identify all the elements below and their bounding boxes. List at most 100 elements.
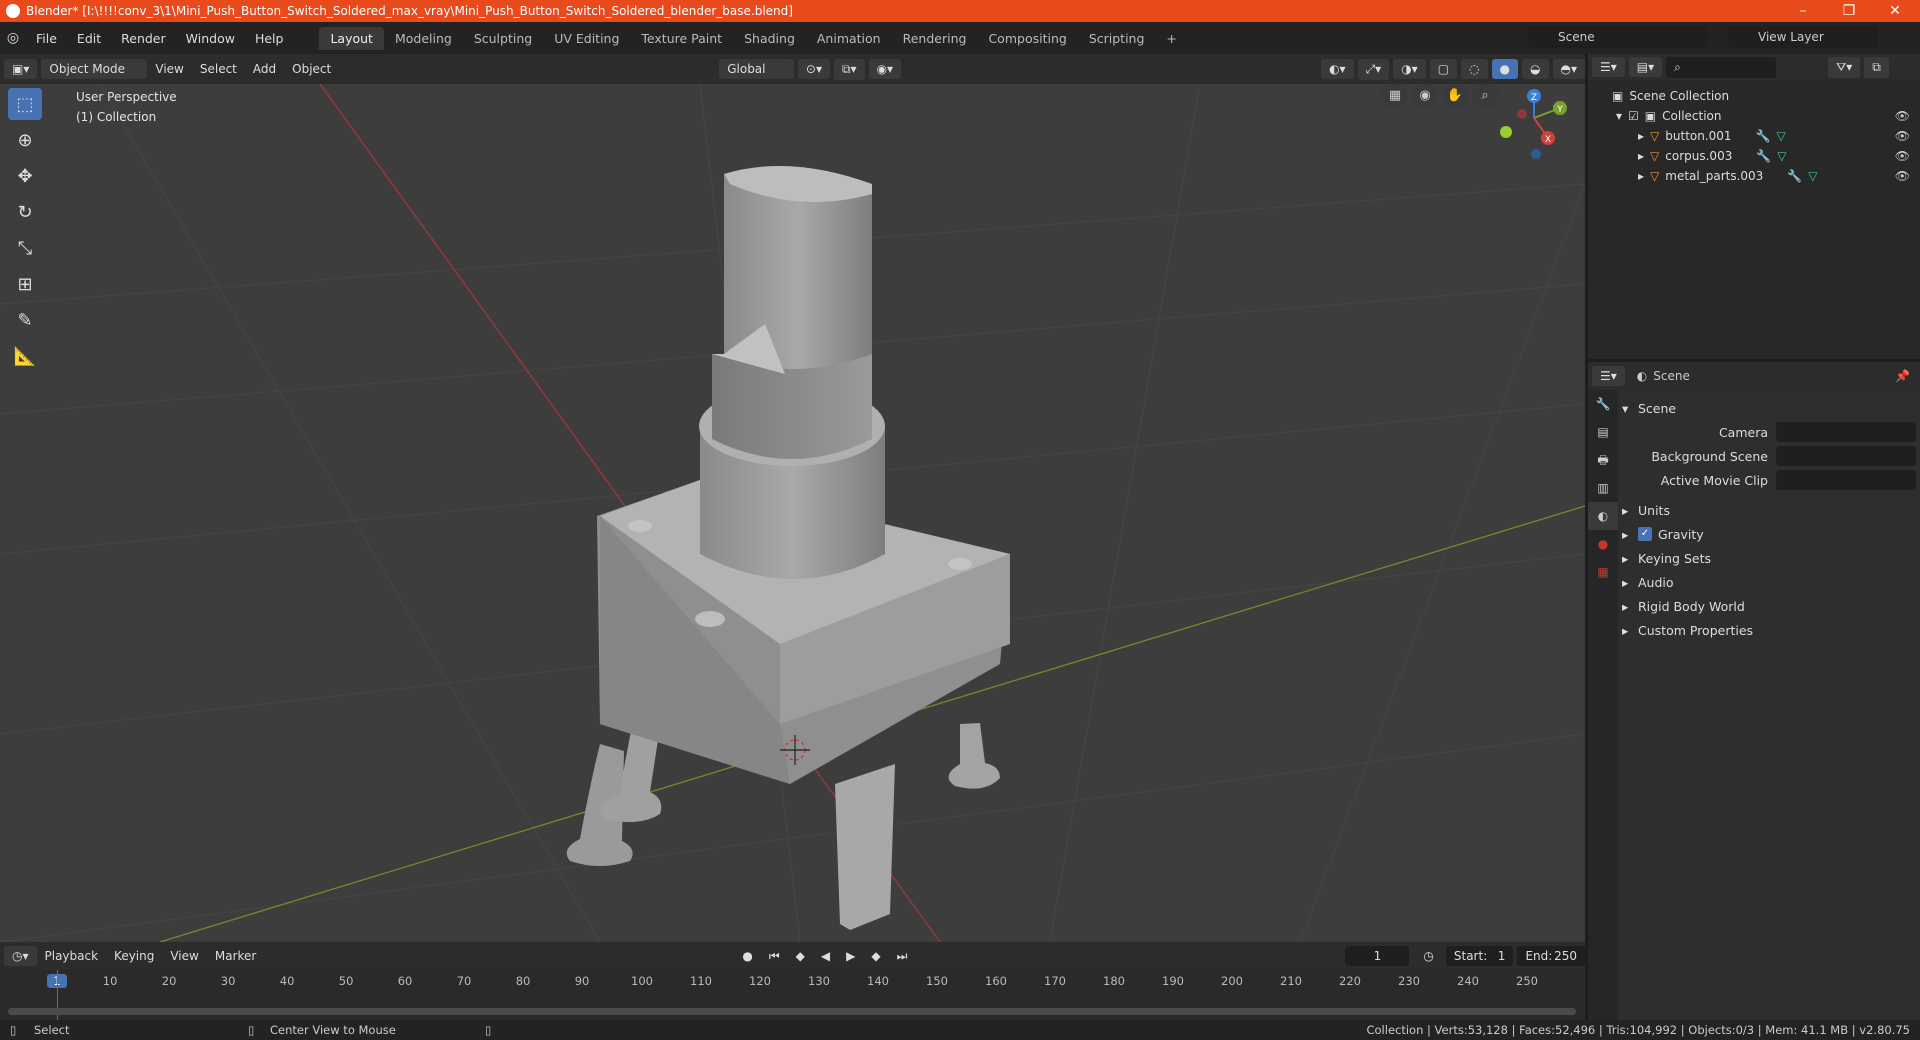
- camera-field[interactable]: [1776, 422, 1916, 442]
- menu-select[interactable]: Select: [192, 62, 245, 76]
- tab-animation[interactable]: Animation: [806, 27, 892, 50]
- blender-menu-icon[interactable]: ◎: [0, 30, 26, 46]
- units-section[interactable]: ▸ Units: [1622, 498, 1916, 522]
- expand-arrow-icon[interactable]: ▾: [1616, 109, 1622, 123]
- tab-sculpting[interactable]: Sculpting: [463, 27, 543, 50]
- menu-help[interactable]: Help: [245, 31, 294, 46]
- background-scene-field[interactable]: [1776, 446, 1916, 466]
- gravity-section[interactable]: ▸ ✓ Gravity: [1622, 522, 1916, 546]
- scene-panel-header[interactable]: ▾ Scene: [1622, 396, 1916, 420]
- minimize-button[interactable]: –: [1780, 0, 1826, 22]
- pan-view-icon[interactable]: ✋: [1442, 84, 1468, 108]
- outliner-object[interactable]: ▸ ▽ button.001 🔧 ▽ 👁: [1588, 126, 1920, 146]
- eye-icon[interactable]: 👁: [1895, 109, 1910, 123]
- menu-edit[interactable]: Edit: [67, 31, 111, 46]
- menu-timeline-view[interactable]: View: [162, 949, 206, 963]
- tool-tab-icon[interactable]: 🔧: [1588, 390, 1618, 418]
- editor-type-button[interactable]: ▣▾: [4, 59, 38, 79]
- proportional-edit-icon[interactable]: ◉▾: [868, 59, 902, 79]
- view-layer-selector[interactable]: View Layer: [1728, 26, 1878, 48]
- menu-window[interactable]: Window: [176, 31, 245, 46]
- expand-arrow-icon[interactable]: ▸: [1638, 129, 1644, 143]
- select-box-tool-icon[interactable]: ⬚: [8, 88, 42, 120]
- play-reverse-icon[interactable]: ◀: [813, 949, 838, 963]
- play-icon[interactable]: ▶: [838, 949, 863, 963]
- snap-icon[interactable]: ⧉▾: [833, 58, 865, 80]
- shading-material-icon[interactable]: ◒: [1522, 59, 1549, 79]
- gravity-checkbox[interactable]: ✓: [1638, 527, 1652, 541]
- mode-dropdown[interactable]: Object Mode: [41, 59, 148, 79]
- new-collection-icon[interactable]: ⧉: [1864, 56, 1889, 78]
- view-layer-tab-icon[interactable]: ▥: [1588, 474, 1618, 502]
- add-workspace-button[interactable]: +: [1155, 27, 1187, 50]
- measure-tool-icon[interactable]: 📐: [8, 340, 42, 372]
- cursor-tool-icon[interactable]: ⊕: [8, 124, 42, 156]
- outliner-collection[interactable]: ▾ ☑ ▣ Collection 👁: [1588, 106, 1920, 126]
- camera-view-icon[interactable]: ◉: [1412, 84, 1438, 108]
- jump-end-icon[interactable]: ⏭: [889, 949, 916, 964]
- maximize-button[interactable]: ❐: [1826, 0, 1872, 22]
- toggle-view-icon[interactable]: ▦: [1382, 84, 1408, 108]
- timeline-scrollbar[interactable]: [8, 1008, 1576, 1015]
- tab-modeling[interactable]: Modeling: [384, 27, 463, 50]
- filter-icon[interactable]: ⛛▾: [1828, 56, 1861, 78]
- move-tool-icon[interactable]: ✥: [8, 160, 42, 192]
- end-frame-field[interactable]: End: 250: [1517, 946, 1585, 966]
- start-frame-field[interactable]: Start: 1: [1445, 946, 1514, 966]
- shading-rendered-icon[interactable]: ◓▾: [1552, 59, 1585, 79]
- menu-marker[interactable]: Marker: [207, 949, 264, 963]
- menu-add[interactable]: Add: [245, 62, 284, 76]
- menu-keying[interactable]: Keying: [106, 949, 162, 963]
- scene-selector[interactable]: Scene: [1528, 26, 1708, 48]
- rotate-tool-icon[interactable]: ↻: [8, 196, 42, 228]
- close-button[interactable]: ✕: [1872, 0, 1918, 22]
- active-movie-clip-field[interactable]: [1776, 470, 1916, 490]
- menu-render[interactable]: Render: [111, 31, 176, 46]
- clock-icon[interactable]: ◷: [1415, 949, 1441, 963]
- menu-file[interactable]: File: [26, 31, 67, 46]
- annotate-tool-icon[interactable]: ✎: [8, 304, 42, 336]
- xray-icon[interactable]: ▢: [1429, 59, 1458, 79]
- transform-tool-icon[interactable]: ⊞: [8, 268, 42, 300]
- render-tab-icon[interactable]: ▤: [1588, 418, 1618, 446]
- next-keyframe-icon[interactable]: ◆: [863, 949, 888, 963]
- properties-editor-type-button[interactable]: ☰▾: [1592, 366, 1625, 386]
- outliner-scene-collection[interactable]: ▣ Scene Collection: [1588, 86, 1920, 106]
- expand-arrow-icon[interactable]: ▸: [1638, 169, 1644, 183]
- scene-tab-icon[interactable]: ◐: [1588, 502, 1618, 530]
- gizmo-toggle-icon[interactable]: ⤢▾: [1357, 58, 1390, 80]
- outliner-object[interactable]: ▸ ▽ corpus.003 🔧 ▽ 👁: [1588, 146, 1920, 166]
- tab-compositing[interactable]: Compositing: [977, 27, 1077, 50]
- menu-playback[interactable]: Playback: [37, 949, 107, 963]
- outliner-search-input[interactable]: ⌕: [1666, 56, 1777, 78]
- texture-tab-icon[interactable]: ▦: [1588, 558, 1618, 586]
- tab-texture-paint[interactable]: Texture Paint: [630, 27, 733, 50]
- rigid-body-world-section[interactable]: ▸ Rigid Body World: [1622, 594, 1916, 618]
- viewport-3d[interactable]: User Perspective (1) Collection ▦ ◉ ✋ ⌕ …: [0, 84, 1585, 942]
- tab-shading[interactable]: Shading: [733, 27, 806, 50]
- pin-icon[interactable]: 📌: [1895, 369, 1910, 383]
- eye-icon[interactable]: 👁: [1895, 129, 1910, 143]
- keying-sets-section[interactable]: ▸ Keying Sets: [1622, 546, 1916, 570]
- prev-keyframe-icon[interactable]: ◆: [788, 949, 813, 963]
- tab-uv-editing[interactable]: UV Editing: [543, 27, 630, 50]
- output-tab-icon[interactable]: 🖶: [1588, 446, 1618, 474]
- jump-start-icon[interactable]: ⏮: [761, 949, 788, 964]
- checkbox-icon[interactable]: ☑: [1628, 109, 1639, 123]
- outliner-object[interactable]: ▸ ▽ metal_parts.003 🔧 ▽ 👁: [1588, 166, 1920, 186]
- eye-icon[interactable]: 👁: [1895, 169, 1910, 183]
- outliner-editor-type-button[interactable]: ☰▾: [1592, 57, 1625, 77]
- world-tab-icon[interactable]: ●: [1588, 530, 1618, 558]
- expand-arrow-icon[interactable]: ▸: [1638, 149, 1644, 163]
- display-mode-button[interactable]: ▤▾: [1628, 57, 1663, 77]
- shading-wireframe-icon[interactable]: ◌: [1461, 59, 1488, 79]
- tab-scripting[interactable]: Scripting: [1078, 27, 1156, 50]
- visibility-icon[interactable]: ◐▾: [1321, 59, 1354, 79]
- timeline-editor-type-button[interactable]: ◷▾: [4, 946, 37, 966]
- navigation-gizmo[interactable]: Z Y X: [1490, 84, 1580, 164]
- record-button[interactable]: ●: [734, 949, 760, 963]
- tab-layout[interactable]: Layout: [319, 26, 384, 50]
- orientation-dropdown[interactable]: Global: [719, 59, 794, 79]
- overlay-toggle-icon[interactable]: ◑▾: [1393, 59, 1426, 79]
- menu-view[interactable]: View: [147, 62, 191, 76]
